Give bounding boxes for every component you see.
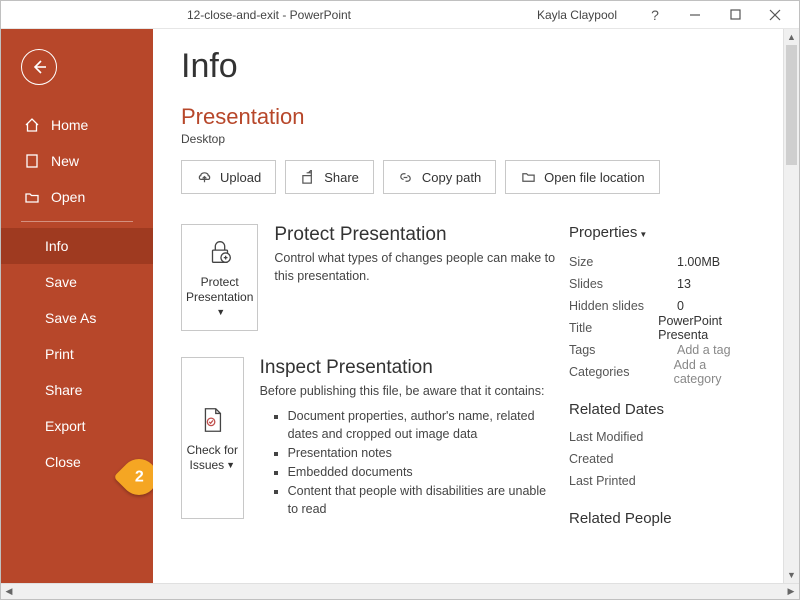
prop-label: Hidden slides: [569, 299, 677, 313]
folder-icon: [520, 169, 536, 185]
prop-value-hidden: 0: [677, 299, 684, 313]
properties-heading[interactable]: Properties▼: [569, 224, 755, 241]
minimize-button[interactable]: [675, 1, 715, 29]
sidebar-item-share[interactable]: Share: [1, 372, 153, 408]
protect-block: Protect Presentation ▼ Protect Presentati…: [181, 224, 559, 331]
button-label: Protect Presentation: [186, 275, 253, 304]
prop-label: Last Modified: [569, 430, 677, 444]
sidebar-separator: [21, 221, 133, 222]
horizontal-scrollbar[interactable]: ◀ ▶: [1, 583, 799, 599]
inspect-item: Embedded documents: [288, 463, 559, 482]
open-file-location-button[interactable]: Open file location: [505, 160, 659, 194]
new-icon: [23, 152, 41, 170]
copy-path-button[interactable]: Copy path: [383, 160, 496, 194]
prop-label: Size: [569, 255, 677, 269]
inspect-item: Document properties, author's name, rela…: [288, 407, 559, 445]
chevron-down-icon: ▼: [226, 460, 235, 471]
sidebar-item-print[interactable]: Print: [1, 336, 153, 372]
related-dates-heading: Related Dates: [569, 401, 755, 418]
titlebar: 12-close-and-exit - PowerPoint Kayla Cla…: [1, 1, 799, 29]
lock-icon: [203, 235, 237, 269]
maximize-button[interactable]: [715, 1, 755, 29]
page-heading: Info: [181, 47, 755, 86]
chevron-down-icon: ▼: [216, 307, 225, 318]
sidebar-item-home[interactable]: Home: [1, 107, 153, 143]
protect-title: Protect Presentation: [274, 224, 559, 246]
user-name[interactable]: Kayla Claypool: [537, 8, 617, 22]
main-panel: Info Presentation Desktop Upload Share C…: [153, 29, 783, 583]
inspect-title: Inspect Presentation: [260, 357, 559, 379]
sidebar-item-label: Close: [45, 454, 81, 470]
sidebar-item-label: Home: [51, 117, 88, 133]
inspect-icon: [195, 403, 229, 437]
check-for-issues-button[interactable]: Check for Issues▼: [181, 357, 244, 519]
inspect-item: Presentation notes: [288, 444, 559, 463]
prop-label: Slides: [569, 277, 677, 291]
prop-value-size: 1.00MB: [677, 255, 720, 269]
sidebar-item-open[interactable]: Open: [1, 179, 153, 215]
prop-label: Last Printed: [569, 474, 677, 488]
sidebar-item-export[interactable]: Export: [1, 408, 153, 444]
sidebar-item-label: Info: [45, 238, 68, 254]
protect-presentation-button[interactable]: Protect Presentation ▼: [181, 224, 258, 331]
sidebar-item-label: Export: [45, 418, 85, 434]
properties-panel: Properties▼ Size1.00MB Slides13 Hidden s…: [559, 224, 755, 545]
open-icon: [23, 188, 41, 206]
button-label: Copy path: [422, 170, 481, 185]
scroll-right-icon[interactable]: ▶: [783, 584, 799, 599]
sidebar-item-label: Save: [45, 274, 77, 290]
scroll-left-icon[interactable]: ◀: [1, 584, 17, 599]
prop-value-categories[interactable]: Add a category: [674, 358, 755, 386]
prop-value-title[interactable]: PowerPoint Presenta: [658, 314, 755, 342]
link-icon: [398, 169, 414, 185]
sidebar-item-label: Open: [51, 189, 85, 205]
sidebar-item-save[interactable]: Save: [1, 264, 153, 300]
sidebar-item-label: Save As: [45, 310, 96, 326]
button-label: Upload: [220, 170, 261, 185]
sidebar-item-label: New: [51, 153, 79, 169]
prop-value-slides: 13: [677, 277, 691, 291]
prop-label: Categories: [569, 365, 674, 379]
inspect-block: Check for Issues▼ Inspect Presentation B…: [181, 357, 559, 519]
window-title: 12-close-and-exit - PowerPoint: [1, 8, 537, 22]
inspect-desc: Before publishing this file, be aware th…: [260, 383, 559, 401]
related-people-heading: Related People: [569, 510, 755, 527]
back-button[interactable]: [21, 49, 57, 85]
upload-icon: [196, 169, 212, 185]
sidebar-item-save-as[interactable]: Save As: [1, 300, 153, 336]
home-icon: [23, 116, 41, 134]
close-window-button[interactable]: [755, 1, 795, 29]
scroll-down-icon[interactable]: ▼: [784, 567, 799, 583]
inspect-item: Content that people with disabilities ar…: [288, 482, 559, 520]
sidebar-item-label: Share: [45, 382, 82, 398]
inspect-list: Document properties, author's name, rela…: [260, 407, 559, 520]
sidebar-item-new[interactable]: New: [1, 143, 153, 179]
upload-button[interactable]: Upload: [181, 160, 276, 194]
titlebar-right: Kayla Claypool ?: [537, 1, 799, 29]
presentation-location: Desktop: [181, 132, 755, 146]
button-label: Share: [324, 170, 359, 185]
help-button[interactable]: ?: [635, 1, 675, 29]
prop-label: Tags: [569, 343, 677, 357]
sidebar-item-info[interactable]: Info: [1, 228, 153, 264]
prop-value-tags[interactable]: Add a tag: [677, 343, 731, 357]
action-button-row: Upload Share Copy path Open file locatio…: [181, 160, 755, 194]
prop-label: Title: [569, 321, 658, 335]
scroll-up-icon[interactable]: ▲: [784, 29, 799, 45]
vertical-scrollbar[interactable]: ▲ ▼: [783, 29, 799, 583]
sidebar-item-label: Print: [45, 346, 74, 362]
share-icon: [300, 169, 316, 185]
presentation-title: Presentation: [181, 104, 755, 130]
prop-label: Created: [569, 452, 677, 466]
chevron-down-icon: ▼: [639, 230, 647, 239]
scroll-thumb[interactable]: [786, 45, 797, 165]
button-label: Open file location: [544, 170, 644, 185]
backstage-sidebar: Home New Open Info Save Save As Print Sh…: [1, 29, 153, 583]
protect-desc: Control what types of changes people can…: [274, 250, 559, 285]
share-button[interactable]: Share: [285, 160, 374, 194]
